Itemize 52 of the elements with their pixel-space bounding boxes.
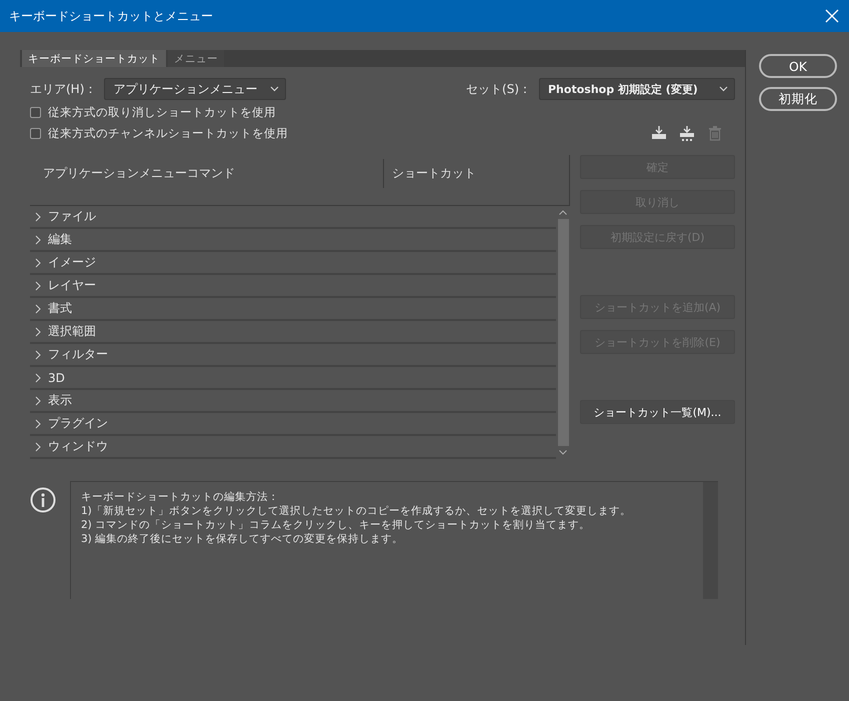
chevron-icon[interactable] <box>35 396 41 406</box>
checkbox-label[interactable]: 従来方式のチャンネルショートカットを使用 <box>48 126 288 141</box>
caret-icon <box>270 86 280 92</box>
column-header: ショートカット <box>383 158 484 188</box>
chevron-icon[interactable] <box>35 234 41 244</box>
chevron-icon[interactable] <box>35 304 41 314</box>
help-text: 1)「新規セット」ボタンをクリックして選択したセットのコピーを作成するか、セットを選択して変更します。 <box>81 504 631 518</box>
dialog-button[interactable]: OK <box>759 54 837 78</box>
save-to-tray-icon[interactable] <box>651 125 667 141</box>
chevron-icon[interactable] <box>35 212 41 222</box>
dropdown[interactable]: Photoshop 初期設定 (変更) <box>539 78 735 100</box>
help-text: 3) 編集の終了後にセットを保存してすべての変更を保持します。 <box>81 532 404 546</box>
scroll-down-icon[interactable] <box>559 450 567 455</box>
dropdown[interactable]: アプリケーションメニュー <box>104 78 286 100</box>
column-header: アプリケーションメニューコマンド <box>42 164 236 182</box>
tree-row[interactable]: 表示 <box>30 390 556 413</box>
tree-row[interactable]: 3D <box>30 367 556 390</box>
scroll-up-icon[interactable] <box>559 210 567 215</box>
tab[interactable]: メニュー <box>168 50 224 67</box>
info-icon <box>30 487 56 513</box>
window-title: キーボードショートカットとメニュー <box>9 8 213 24</box>
tree-row[interactable]: 選択範囲 <box>30 321 556 344</box>
close-icon[interactable] <box>825 9 839 23</box>
tree-row[interactable]: 編集 <box>30 229 556 252</box>
tree-row[interactable]: ファイル <box>30 206 556 229</box>
checkbox[interactable] <box>30 107 41 118</box>
help-text: キーボードショートカットの編集方法： <box>81 490 280 504</box>
scroll-thumb[interactable] <box>558 219 568 446</box>
chevron-icon[interactable] <box>35 350 41 360</box>
tree-row[interactable]: フィルター <box>30 344 556 367</box>
tree-row[interactable]: プラグイン <box>30 413 556 436</box>
tree-row[interactable]: 書式 <box>30 298 556 321</box>
field-label: エリア(H)： <box>30 80 96 98</box>
tree-row[interactable]: レイヤー <box>30 275 556 298</box>
caret-icon <box>719 86 728 92</box>
chevron-icon[interactable] <box>35 442 41 452</box>
checkbox-label[interactable]: 従来方式の取り消しショートカットを使用 <box>48 105 276 120</box>
action-button[interactable]: ショートカット一覧(M)... <box>580 400 735 424</box>
tree-row[interactable]: ウィンドウ <box>30 436 556 459</box>
tree-row[interactable]: イメージ <box>30 252 556 275</box>
tray-stack-icon[interactable] <box>679 125 695 141</box>
chevron-icon[interactable] <box>35 418 41 428</box>
chevron-icon[interactable] <box>35 372 41 382</box>
checkbox[interactable] <box>30 128 41 139</box>
chevron-icon[interactable] <box>35 258 41 268</box>
dialog-button[interactable]: 初期化 <box>759 87 837 111</box>
scrollbar[interactable] <box>556 206 570 459</box>
chevron-icon[interactable] <box>35 326 41 336</box>
tab[interactable]: キーボードショートカット <box>22 50 166 67</box>
field-label: セット(S)： <box>466 80 531 98</box>
chevron-icon[interactable] <box>35 280 41 290</box>
help-text: 2) コマンドの「ショートカット」コラムをクリックし、キーを押してショートカットを割り当てます。 <box>81 518 592 532</box>
